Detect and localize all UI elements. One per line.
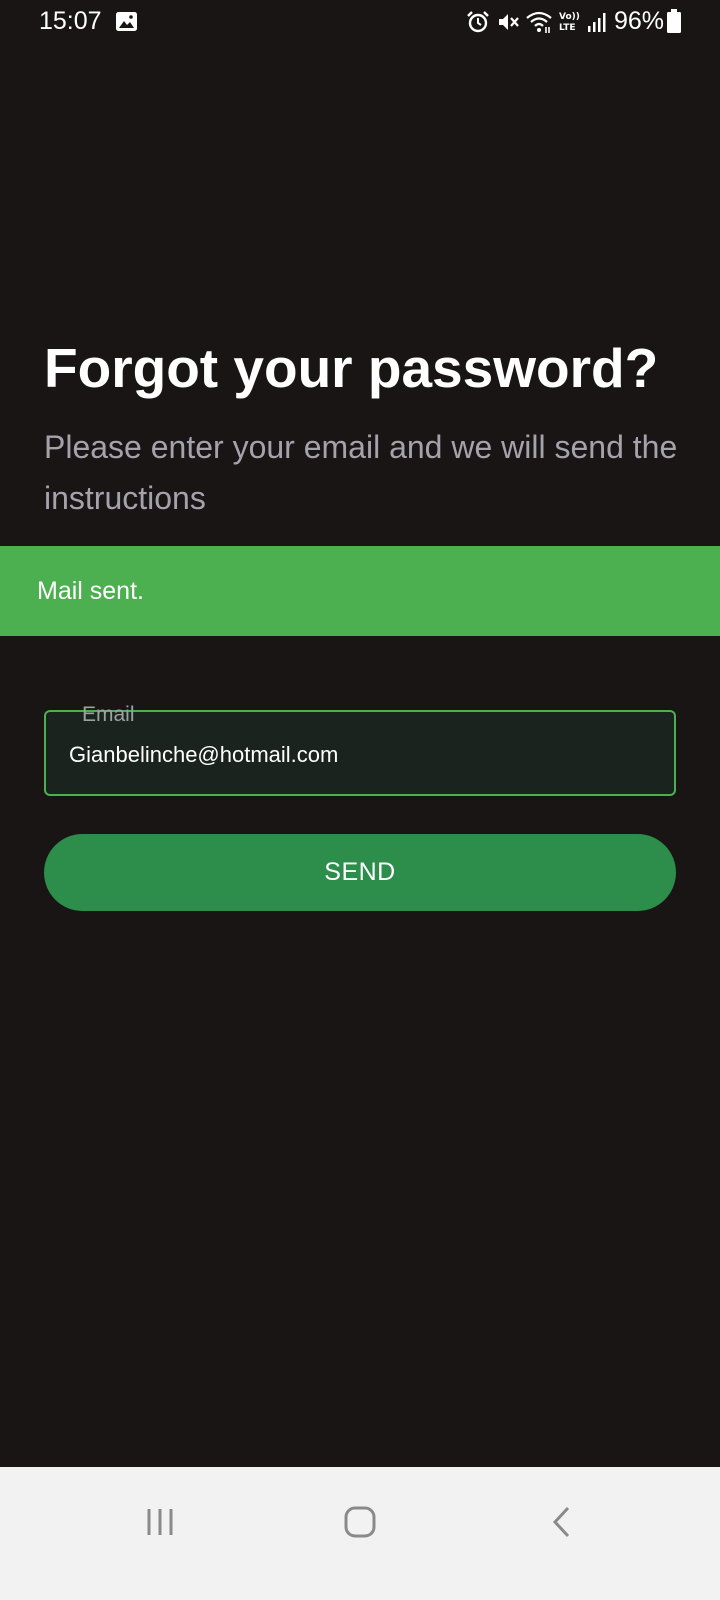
status-time: 15:07 xyxy=(39,7,102,35)
battery-icon xyxy=(667,9,681,38)
mute-icon xyxy=(496,10,520,39)
back-button[interactable] xyxy=(503,1467,623,1600)
snackbar-message: Mail sent. xyxy=(37,577,144,605)
email-field-label: Email xyxy=(82,703,135,726)
volte-icon: Vo)) LTE xyxy=(558,9,580,38)
email-field[interactable]: Email Gianbelinche@hotmail.com xyxy=(44,703,676,796)
image-icon xyxy=(116,12,137,36)
recent-apps-button[interactable] xyxy=(100,1467,220,1600)
status-bar: 15:07 Vo)) LTE 96% xyxy=(0,0,720,44)
screen: 15:07 Vo)) LTE 96% Forgot your password?… xyxy=(0,0,720,1600)
back-icon xyxy=(552,1506,570,1538)
email-field-value[interactable]: Gianbelinche@hotmail.com xyxy=(69,742,338,768)
navigation-bar xyxy=(0,1467,720,1600)
recent-apps-icon xyxy=(147,1509,173,1535)
battery-percent: 96% xyxy=(614,7,665,35)
signal-icon xyxy=(586,11,608,38)
svg-text:Vo)): Vo)) xyxy=(559,12,580,22)
send-button[interactable]: SEND xyxy=(44,834,676,911)
alarm-icon xyxy=(466,10,490,39)
home-button[interactable] xyxy=(300,1467,420,1600)
wifi-icon xyxy=(525,10,553,39)
snackbar: Mail sent. xyxy=(0,546,720,636)
svg-text:LTE: LTE xyxy=(559,23,576,33)
home-icon xyxy=(344,1506,376,1538)
page-subtitle: Please enter your email and we will send… xyxy=(44,429,678,516)
page-title: Forgot your password? xyxy=(44,337,659,399)
